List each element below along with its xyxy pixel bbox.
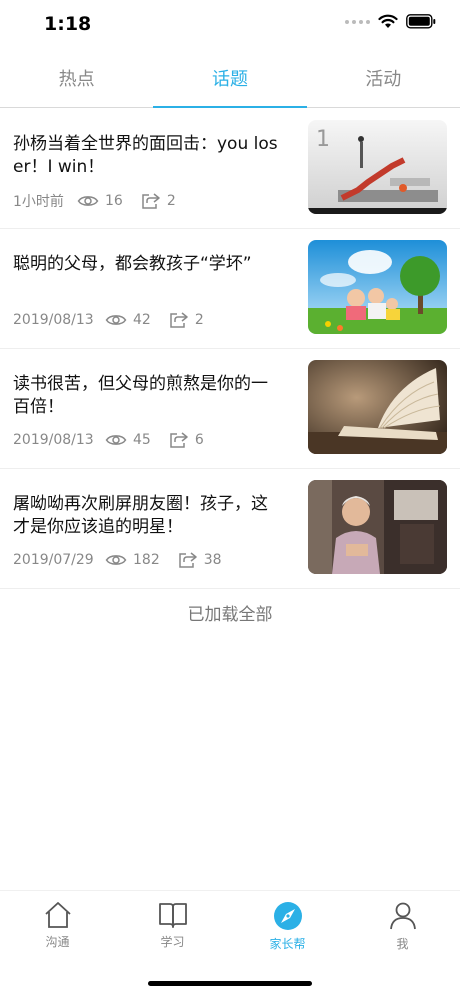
bottom-tab-bar: 沟通 学习 家长帮 我 [0,890,460,970]
share-count: 2 [141,192,176,210]
view-count: 45 [105,432,151,448]
tabbar-label: 学习 [160,935,185,949]
eye-icon [105,315,127,325]
article-meta: 2019/08/13 45 6 [13,431,204,449]
share-count-value: 6 [194,432,204,448]
article-thumbnail [308,360,447,454]
tab-hot[interactable]: 热点 [0,56,153,107]
article-title: 屠呦呦再次刷屏朋友圈！孩子，这才是你应该追的明星！ [13,494,268,537]
view-count-value: 16 [105,193,123,209]
view-count-value: 182 [133,552,160,568]
share-icon [142,193,160,209]
share-count: 2 [169,311,204,329]
article-meta: 2019/08/13 42 2 [13,311,204,329]
article-thumbnail: 1 [308,120,447,214]
article-date: 1小时前 [13,194,64,210]
article-item[interactable]: 读书很苦，但父母的煎熬是你的一百倍！ 2019/08/13 45 6 [0,349,460,469]
status-bar: 1:18 [0,0,460,50]
article-item[interactable]: 屠呦呦再次刷屏朋友圈！孩子，这才是你应该追的明星！ 2019/07/29 182… [0,469,460,589]
tabbar-item-me[interactable]: 我 [345,891,460,970]
article-date: 2019/07/29 [13,552,94,568]
share-icon [170,432,188,448]
top-tab-bar: 热点 话题 活动 [0,56,460,108]
tabbar-label: 我 [396,937,409,951]
article-meta: 2019/07/29 182 38 [13,551,222,569]
article-thumbnail [308,480,447,574]
eye-icon [105,555,127,565]
share-count-value: 2 [194,312,204,328]
view-count-value: 45 [133,432,151,448]
home-indicator [148,981,312,986]
status-indicators [345,14,436,29]
eye-icon [105,435,127,445]
article-thumbnail [308,240,447,334]
article-list: 孙杨当着全世界的面回击：you loser！I win！ 1小时前 16 2 1… [0,109,460,589]
article-meta: 1小时前 16 2 [13,191,176,211]
load-complete-text: 已加载全部 [187,605,273,625]
view-count-value: 42 [133,312,151,328]
tabbar-label: 沟通 [45,935,70,949]
person-icon [389,902,416,930]
article-title: 孙杨当着全世界的面回击：you loser！I win！ [13,134,278,177]
article-date: 2019/08/13 [13,432,94,448]
eye-icon [77,196,99,206]
article-item[interactable]: 孙杨当着全世界的面回击：you loser！I win！ 1小时前 16 2 1 [0,109,460,229]
article-item[interactable]: 聪明的父母，都会教孩子“学坏” 2019/08/13 42 2 [0,229,460,349]
battery-icon [406,14,436,29]
svg-text:1: 1 [316,127,330,152]
article-title: 读书很苦，但父母的煎熬是你的一百倍！ [13,374,268,417]
view-count: 42 [105,312,151,328]
article-title: 聪明的父母，都会教孩子“学坏” [13,254,252,274]
tabbar-label: 家长帮 [269,937,306,951]
share-count: 38 [178,551,222,569]
view-count: 182 [105,552,160,568]
share-count-value: 2 [166,193,176,209]
tabbar-item-communicate[interactable]: 沟通 [0,891,115,970]
tab-topics[interactable]: 话题 [153,56,307,108]
tab-events[interactable]: 活动 [307,56,460,107]
home-icon [44,902,71,928]
share-icon [178,552,197,568]
book-icon [158,903,187,928]
view-count: 16 [77,193,123,209]
share-count: 6 [169,431,204,449]
compass-icon [273,902,302,930]
cellular-signal-icon [345,19,370,24]
share-count-value: 38 [203,552,222,568]
article-date: 2019/08/13 [13,312,94,328]
tabbar-item-parent-help[interactable]: 家长帮 [230,891,345,970]
tabbar-item-study[interactable]: 学习 [115,891,230,970]
share-icon [170,312,188,328]
status-time: 1:18 [44,13,92,35]
wifi-icon [378,14,398,28]
